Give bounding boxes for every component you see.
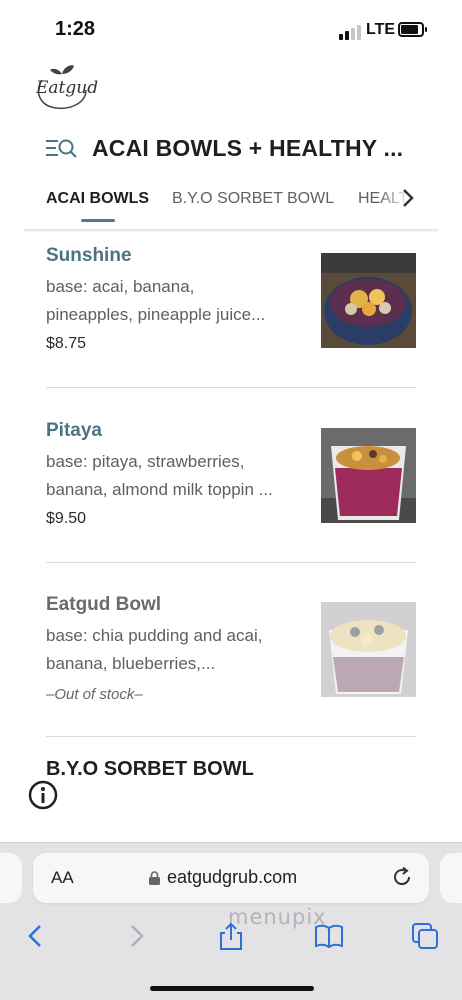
item-photo-pitaya [321, 428, 416, 523]
share-icon[interactable] [216, 921, 246, 951]
item-description: base: chia pudding and acai, banana, blu… [46, 622, 301, 678]
signal-icon [339, 25, 361, 40]
item-desc-line: banana, almond milk toppin ... [46, 480, 273, 499]
text-size-button[interactable]: AA [51, 868, 74, 888]
status-bar: 1:28 LTE [0, 0, 462, 58]
item-description: base: pitaya, strawberries, banana, almo… [46, 448, 301, 504]
lock-icon [149, 871, 160, 885]
brand-logo[interactable]: Eatgud [32, 62, 98, 112]
status-time: 1:28 [55, 18, 96, 40]
bookmarks-icon[interactable] [314, 921, 344, 951]
section-title: B.Y.O SORBET BOWL [46, 758, 254, 780]
network-label: LTE [366, 21, 396, 38]
item-desc-line: base: acai, banana, [46, 277, 195, 296]
item-desc-line: base: pitaya, strawberries, [46, 452, 245, 471]
home-indicator [150, 986, 314, 991]
chevron-right-icon[interactable] [402, 188, 414, 214]
battery-icon [398, 22, 427, 37]
search-menu-icon[interactable] [46, 136, 78, 160]
menu-item-pitaya[interactable]: Pitaya base: pitaya, strawberries, banan… [46, 420, 416, 528]
item-description: base: acai, banana, pineapples, pineappl… [46, 273, 301, 329]
category-tabs: ACAI BOWLS B.Y.O SORBET BOWL HEALTHY [0, 184, 462, 230]
menu-title: ACAI BOWLS + HEALTHY ... [92, 134, 404, 161]
item-desc-line: base: chia pudding and acai, [46, 626, 263, 645]
menu-header: ACAI BOWLS + HEALTHY ... [46, 130, 446, 166]
item-divider [46, 736, 416, 737]
logo-text: Eatgud [36, 78, 99, 98]
reload-icon[interactable] [391, 866, 413, 888]
item-photo-sunshine [321, 253, 416, 348]
menu-item-eatgud-bowl[interactable]: Eatgud Bowl base: chia pudding and acai,… [46, 594, 416, 703]
url-text: eatgudgrub.com [167, 867, 298, 887]
tab-acai-bowls[interactable]: ACAI BOWLS [46, 190, 149, 208]
next-tab-preview[interactable] [440, 853, 462, 903]
tab-active-indicator [81, 219, 115, 222]
menu-item-sunshine[interactable]: Sunshine base: acai, banana, pineapples,… [46, 245, 416, 353]
tabs-icon[interactable] [410, 921, 440, 951]
tab-byo-sorbet-bowl[interactable]: B.Y.O SORBET BOWL [172, 190, 334, 208]
tabs-shadow [24, 229, 438, 233]
text-size-label: AA [51, 868, 74, 887]
address-bar[interactable]: AA eatgudgrub.com [33, 853, 429, 903]
item-desc-line: banana, blueberries,... [46, 654, 216, 673]
previous-tab-preview[interactable] [0, 853, 22, 903]
forward-icon[interactable] [120, 921, 150, 951]
item-divider [46, 562, 416, 563]
item-divider [46, 387, 416, 388]
info-icon[interactable] [28, 780, 58, 810]
item-photo-eatgud-bowl [321, 602, 416, 697]
browser-toolbar: AA eatgudgrub.com menupix [0, 842, 462, 1000]
back-icon[interactable] [22, 921, 52, 951]
item-desc-line: pineapples, pineapple juice... [46, 305, 266, 324]
